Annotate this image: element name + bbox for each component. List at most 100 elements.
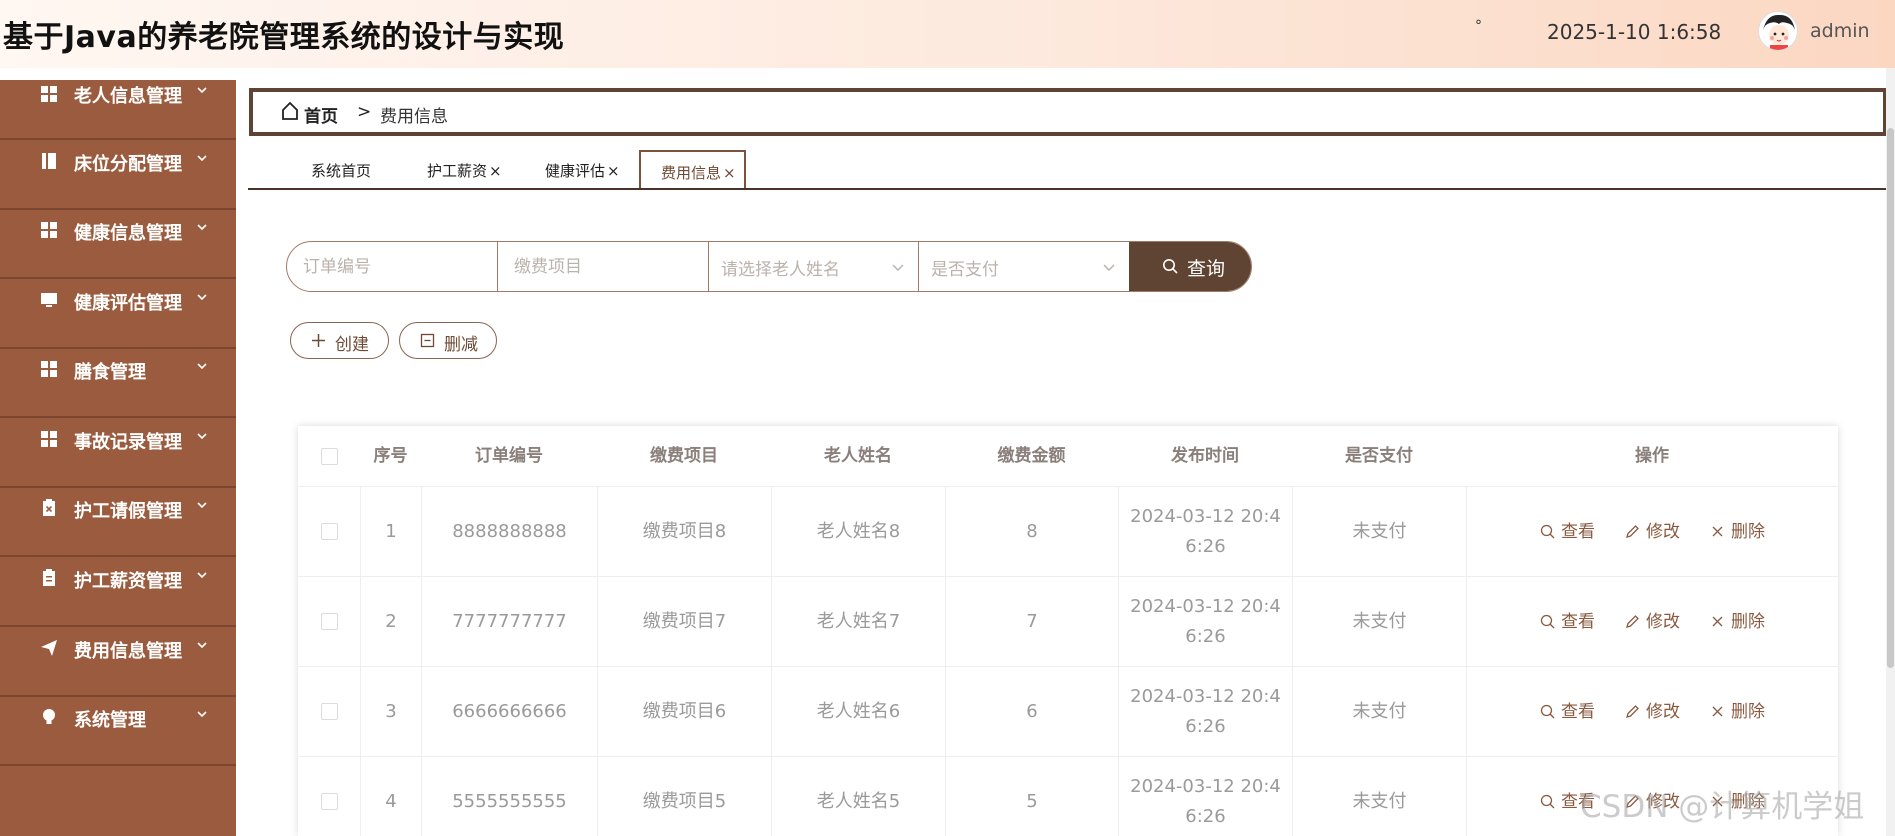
close-icon[interactable]: ×	[723, 164, 736, 182]
publish-time-cell: 2024-03-12 20:4 6:26	[1118, 487, 1292, 576]
search-icon	[1540, 704, 1555, 719]
tab-system-home[interactable]: 系统首页	[311, 150, 371, 188]
sidebar-item-fee-info[interactable]: 费用信息管理	[0, 627, 236, 697]
create-button[interactable]: 创建	[290, 322, 389, 359]
row-checkbox[interactable]	[320, 613, 338, 630]
publish-time-cell: 2024-03-12 20:4 6:26	[1118, 577, 1292, 666]
order-number-field[interactable]	[287, 242, 498, 291]
column-header: 老人姓名	[824, 446, 892, 466]
publish-time-cell: 2024-03-12 20:4 6:26	[1118, 667, 1292, 756]
chevron-down-icon	[197, 155, 207, 162]
row-checkbox[interactable]	[320, 793, 338, 810]
sidebar-item-health-info[interactable]: 健康信息管理	[0, 210, 236, 279]
bulb-icon	[43, 709, 55, 724]
sidebar-item-label: 健康评估管理	[74, 293, 182, 314]
elder-name-cell: 老人姓名7	[771, 577, 945, 666]
column-header: 缴费金额	[997, 446, 1066, 466]
payment-item-field[interactable]	[498, 242, 709, 291]
publish-time-line: 2024-03-12 20:4	[1130, 595, 1281, 617]
elder-name-cell: 老人姓名6	[771, 667, 945, 756]
sidebar-item-label: 护工请假管理	[74, 501, 182, 522]
pencil-icon	[1626, 705, 1639, 718]
elder-name-cell: 老人姓名5	[771, 757, 945, 836]
search-button[interactable]: 查询	[1129, 242, 1251, 291]
sidebar-item-health-assessment[interactable]: 健康评估管理	[0, 279, 236, 349]
sidebar-item-elder-info[interactable]: 老人信息管理	[0, 80, 236, 140]
select-all-checkbox[interactable]	[320, 447, 338, 465]
delete-button[interactable]: 删除	[1710, 517, 1765, 547]
breadcrumb-home[interactable]: 首页	[304, 102, 338, 127]
paid-status-cell: 未支付	[1292, 757, 1466, 836]
index-cell: 3	[360, 667, 421, 756]
search-button-label: 查询	[1187, 258, 1226, 280]
search-icon	[1163, 259, 1178, 274]
tab-label: 系统首页	[311, 162, 372, 180]
sidebar-item-bed-allocation[interactable]: 床位分配管理	[0, 140, 236, 210]
paid-status-placeholder: 是否支付	[931, 260, 999, 280]
sidebar-item-caregiver-leave[interactable]: 护工请假管理	[0, 488, 236, 557]
elder-name-select[interactable]: 请选择老人姓名	[709, 242, 919, 291]
sidebar-item-meals[interactable]: 膳食管理	[0, 349, 236, 418]
order-number-input[interactable]	[287, 242, 497, 291]
batch-delete-button[interactable]: 删减	[399, 322, 497, 359]
delete-button[interactable]: 删除	[1710, 697, 1765, 727]
tab-caregiver-salary[interactable]: 护工薪资 ×	[427, 150, 502, 188]
order-number-cell: 6666666666	[421, 667, 597, 756]
page-scrollbar[interactable]	[1886, 68, 1895, 836]
sidebar-item-accident-records[interactable]: 事故记录管理	[0, 418, 236, 488]
header-dot: °	[1475, 18, 1482, 34]
tab-bar: 系统首页 护工薪资 × 健康评估 × 费用信息 ×	[248, 148, 1888, 190]
sidebar-item-label: 膳食管理	[74, 362, 146, 383]
row-checkbox[interactable]	[320, 523, 338, 540]
delete-button[interactable]: 删除	[1710, 607, 1765, 637]
sidebar-item-caregiver-salary[interactable]: 护工薪资管理	[0, 557, 236, 627]
close-icon[interactable]: ×	[607, 162, 620, 180]
tab-health-assessment[interactable]: 健康评估 ×	[545, 150, 620, 188]
delete-label: 删除	[1731, 521, 1765, 542]
row-checkbox[interactable]	[320, 703, 338, 720]
app-header: 基于Java的养老院管理系统的设计与实现 ° 2025-1-10 1:6:58 …	[0, 0, 1895, 68]
payment-item-input[interactable]	[498, 242, 708, 291]
paid-status-select[interactable]: 是否支付	[919, 242, 1129, 291]
close-icon[interactable]: ×	[489, 162, 502, 180]
home-icon[interactable]	[281, 101, 299, 121]
grid-icon	[41, 361, 57, 377]
payment-item-cell: 缴费项目6	[597, 667, 771, 756]
view-button[interactable]: 查看	[1540, 517, 1595, 547]
chevron-down-icon	[197, 363, 207, 370]
row-select-cell	[298, 757, 360, 836]
amount-cell: 7	[945, 577, 1118, 666]
column-header: 是否支付	[1345, 446, 1413, 466]
create-button-label: 创建	[335, 335, 369, 355]
sidebar-item-label: 老人信息管理	[74, 86, 182, 107]
row-select-cell	[298, 667, 360, 756]
edit-button[interactable]: 修改	[1625, 607, 1680, 637]
elder-name-cell: 老人姓名8	[771, 487, 945, 576]
publish-time-line: 6:26	[1185, 715, 1226, 737]
edit-button[interactable]: 修改	[1625, 517, 1680, 547]
elder-name-placeholder: 请选择老人姓名	[721, 260, 840, 280]
tab-fee-info[interactable]: 费用信息 ×	[639, 150, 746, 188]
column-header: 缴费项目	[650, 446, 718, 466]
view-label: 查看	[1561, 701, 1595, 722]
view-button[interactable]: 查看	[1540, 697, 1595, 727]
search-icon	[1540, 614, 1555, 629]
sidebar-item-system[interactable]: 系统管理	[0, 697, 236, 766]
scrollbar-thumb[interactable]	[1887, 128, 1894, 668]
sidebar-item-label: 护工薪资管理	[74, 571, 182, 592]
minus-square-icon	[420, 333, 435, 348]
username[interactable]: admin	[1810, 20, 1870, 42]
edit-label: 修改	[1646, 701, 1680, 722]
edit-button[interactable]: 修改	[1625, 697, 1680, 727]
publish-time-line: 2024-03-12 20:4	[1130, 685, 1281, 707]
publish-time-line: 6:26	[1185, 535, 1226, 557]
search-bar: 请选择老人姓名 是否支付 查询	[286, 241, 1252, 292]
fee-table: 序号 订单编号 缴费项目 老人姓名 缴费金额 发布时间 是否支付 操作 1 88…	[298, 426, 1838, 836]
breadcrumb: 首页 > 费用信息	[249, 88, 1887, 136]
publish-time-line: 6:26	[1185, 805, 1226, 827]
index-cell: 2	[360, 577, 421, 666]
avatar[interactable]	[1758, 11, 1798, 51]
avatar-face-icon	[1759, 12, 1797, 50]
view-button[interactable]: 查看	[1540, 607, 1595, 637]
delete-label: 删除	[1731, 701, 1765, 722]
